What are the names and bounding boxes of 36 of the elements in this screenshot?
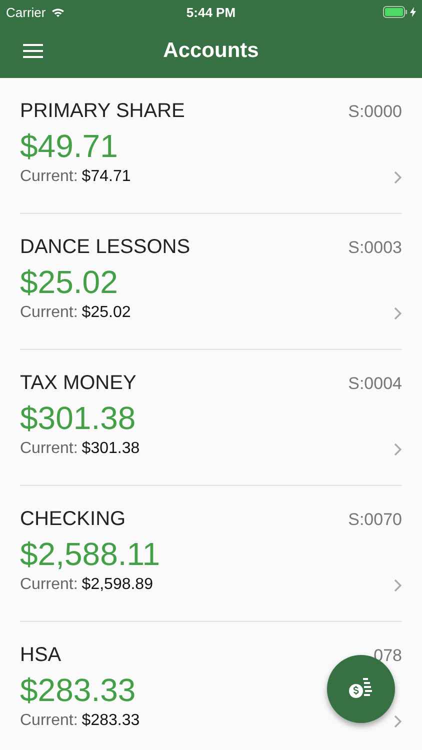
available-balance: $2,588.11 (20, 535, 160, 573)
account-name: TAX MONEY (20, 372, 136, 395)
battery-icon (383, 6, 408, 18)
status-time: 5:44 PM (186, 4, 236, 20)
account-name: CHECKING (20, 508, 126, 531)
current-label: Current: (20, 304, 78, 322)
menu-button[interactable] (23, 44, 43, 58)
coins-icon (349, 678, 373, 700)
carrier-name: Carrier (6, 4, 46, 20)
current-balance: $25.02 (82, 304, 131, 322)
current-balance: $301.38 (82, 440, 140, 458)
account-number: S:0003 (348, 238, 402, 258)
screen-title: Accounts (163, 39, 259, 62)
account-name: DANCE LESSONS (20, 236, 190, 259)
current-label: Current: (20, 168, 78, 186)
account-number: S:0004 (348, 374, 402, 394)
chevron-right-icon (394, 714, 402, 728)
wifi-icon (50, 6, 65, 18)
current-balance: $283.33 (82, 712, 140, 730)
chevron-right-icon (394, 578, 402, 592)
account-name: HSA (20, 644, 62, 667)
current-balance: $74.71 (82, 168, 131, 186)
available-balance: $301.38 (20, 399, 136, 437)
current-balance: $2,598.89 (82, 576, 153, 594)
current-label: Current: (20, 440, 78, 458)
account-name: PRIMARY SHARE (20, 100, 185, 123)
chevron-right-icon (394, 442, 402, 456)
current-label: Current: (20, 576, 78, 594)
current-label: Current: (20, 712, 78, 730)
account-number: S:0070 (348, 510, 402, 530)
available-balance: $49.71 (20, 127, 118, 165)
account-number: S:0000 (348, 102, 402, 122)
available-balance: $283.33 (20, 671, 136, 709)
chevron-right-icon (394, 170, 402, 184)
available-balance: $25.02 (20, 263, 118, 301)
chevron-right-icon (394, 306, 402, 320)
